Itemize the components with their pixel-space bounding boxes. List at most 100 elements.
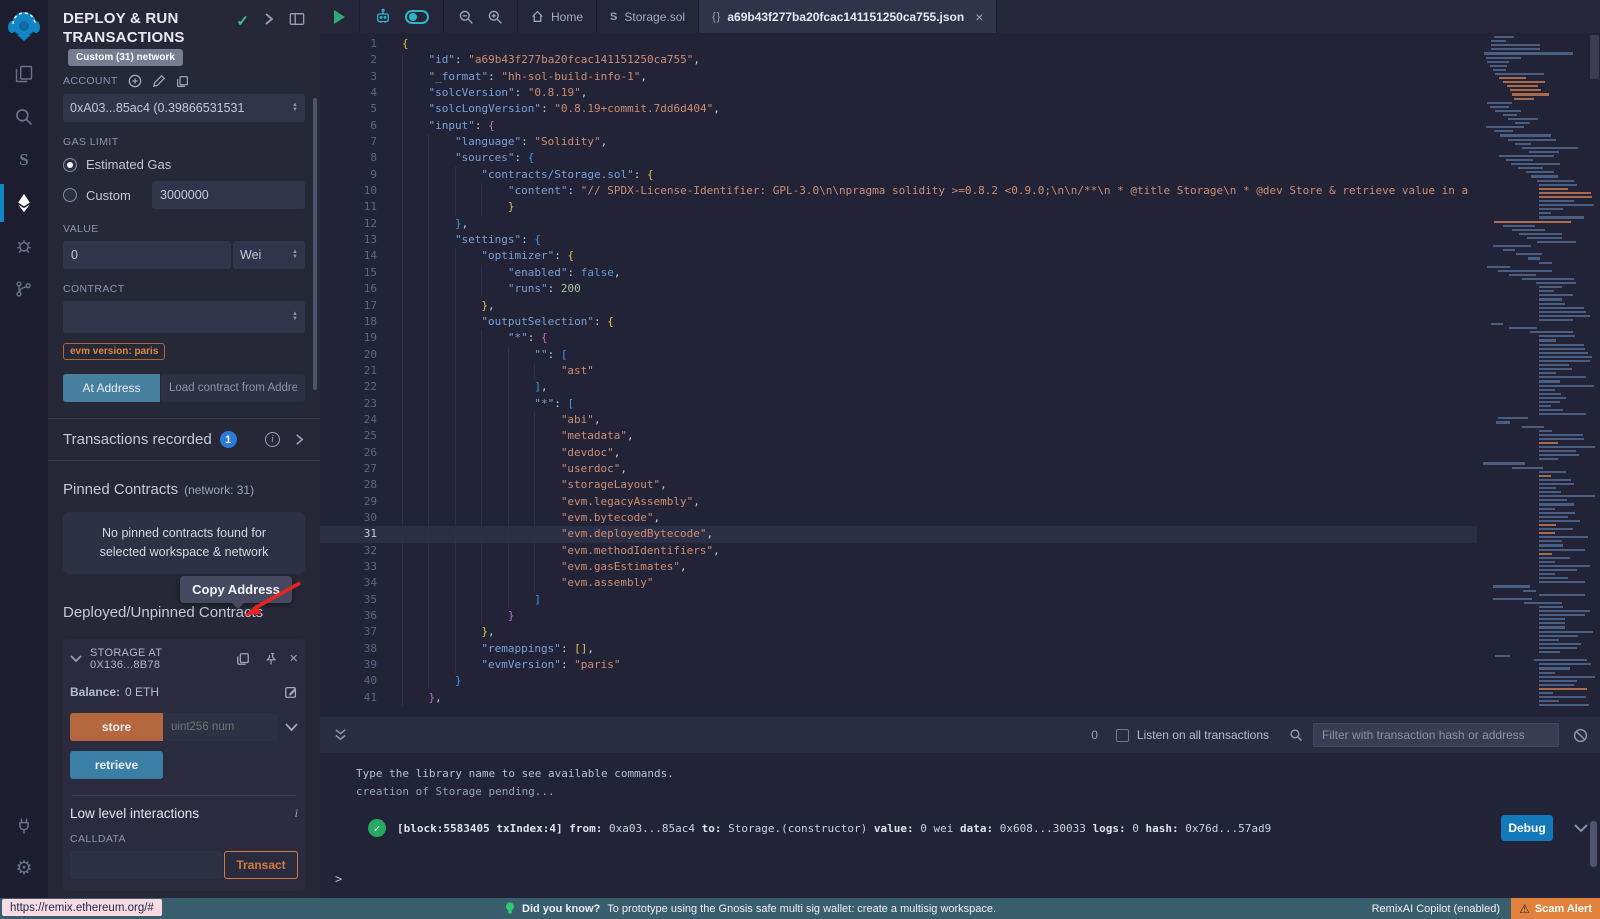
code-line[interactable]: 10"content": "// SPDX-License-Identifier… [320, 183, 1477, 199]
transaction-log-row[interactable]: ✓ [block:5583405 txIndex:4] from: 0xa03.… [368, 815, 1600, 841]
debugger-icon[interactable] [12, 234, 36, 258]
code-line[interactable]: 14"optimizer": { [320, 248, 1477, 264]
panel-scrollbar[interactable] [313, 98, 317, 390]
run-script-icon[interactable] [334, 10, 345, 24]
code-line[interactable]: 27"userdoc", [320, 461, 1477, 477]
code-line[interactable]: 40} [320, 673, 1477, 689]
custom-gas-input[interactable] [152, 181, 305, 209]
plugin-manager-icon[interactable] [12, 814, 36, 838]
code-editor[interactable]: 1{2"id": "a69b43f277ba20fcac141151250ca7… [320, 33, 1600, 717]
transact-button[interactable]: Transact [224, 851, 298, 879]
code-line[interactable]: 11} [320, 199, 1477, 215]
edit-account-icon[interactable] [152, 74, 166, 88]
terminal[interactable]: Type the library name to see available c… [320, 753, 1600, 898]
debug-button[interactable]: Debug [1501, 815, 1553, 841]
expand-fn-chevron-icon[interactable] [285, 723, 298, 732]
code-line[interactable]: 19"*": { [320, 330, 1477, 346]
expand-transactions-icon[interactable] [294, 433, 305, 446]
code-line[interactable]: 39"evmVersion": "paris" [320, 657, 1477, 673]
collapse-terminal-icon[interactable] [334, 728, 347, 742]
code-line[interactable]: 4"solcVersion": "0.8.19", [320, 85, 1477, 101]
zoom-out-icon[interactable] [458, 9, 474, 25]
custom-gas-radio[interactable]: Custom [63, 181, 305, 209]
code-line[interactable]: 3"_format": "hh-sol-build-info-1", [320, 69, 1477, 85]
code-line[interactable]: 35] [320, 592, 1477, 608]
pin-panel-icon[interactable] [289, 12, 305, 26]
remix-logo-icon[interactable] [7, 9, 41, 43]
chevron-right-icon[interactable] [263, 12, 275, 26]
clear-console-icon[interactable] [1573, 728, 1588, 743]
transaction-log-text[interactable]: [block:5583405 txIndex:4] from: 0xa03...… [397, 822, 1271, 835]
scam-alert-button[interactable]: ⚠ Scam Alert [1511, 898, 1600, 919]
code-line[interactable]: 30"evm.bytecode", [320, 510, 1477, 526]
account-select[interactable]: 0xA03...85ac4 (0.39866531531 ▲▼ [63, 94, 305, 122]
code-line[interactable]: 24"abi", [320, 412, 1477, 428]
code-line[interactable]: 7"language": "Solidity", [320, 134, 1477, 150]
code-line[interactable]: 37}, [320, 624, 1477, 640]
at-address-button[interactable]: At Address [63, 374, 160, 402]
tab-storage-sol[interactable]: S Storage.sol [597, 0, 699, 33]
info-icon[interactable]: i [265, 432, 280, 447]
code-line[interactable]: 15"enabled": false, [320, 265, 1477, 281]
editor-scrollbar[interactable] [1590, 35, 1599, 79]
file-explorer-icon[interactable] [12, 62, 36, 86]
code-line[interactable]: 12}, [320, 216, 1477, 232]
copilot-toggle[interactable] [405, 10, 429, 24]
code-line[interactable]: 1{ [320, 36, 1477, 52]
code-line[interactable]: 28"storageLayout", [320, 477, 1477, 493]
copy-address-icon[interactable] [236, 652, 250, 666]
value-unit-select[interactable]: Wei ▲▼ [233, 241, 305, 269]
solidity-compiler-icon[interactable]: S [12, 148, 36, 172]
deploy-run-icon[interactable] [12, 191, 36, 215]
code-line[interactable]: 9"contracts/Storage.sol": { [320, 167, 1477, 183]
terminal-scrollbar[interactable] [1590, 821, 1597, 867]
code-line[interactable]: 6"input": { [320, 118, 1477, 134]
store-arg-input[interactable] [163, 713, 277, 741]
code-line[interactable]: 33"evm.gasEstimates", [320, 559, 1477, 575]
code-lines[interactable]: 1{2"id": "a69b43f277ba20fcac141151250ca7… [320, 33, 1477, 717]
copilot-status[interactable]: RemixAI Copilot (enabled) [1372, 898, 1500, 919]
minimap[interactable] [1477, 33, 1600, 717]
code-line[interactable]: 26"devdoc", [320, 445, 1477, 461]
code-line[interactable]: 41}, [320, 690, 1477, 706]
code-line[interactable]: 38"remappings": [], [320, 641, 1477, 657]
estimated-gas-radio[interactable]: Estimated Gas [63, 157, 305, 172]
settings-gear-icon[interactable]: ⚙ [12, 856, 36, 880]
code-line[interactable]: 16"runs": 200 [320, 281, 1477, 297]
tab-build-info-json[interactable]: { } a69b43f277ba20fcac141151250ca755.jso… [699, 0, 997, 33]
code-line[interactable]: 29"evm.legacyAssembly", [320, 494, 1477, 510]
code-line[interactable]: 2"id": "a69b43f277ba20fcac141151250ca755… [320, 52, 1477, 68]
code-line[interactable]: 34"evm.assembly" [320, 575, 1477, 591]
code-line[interactable]: 36} [320, 608, 1477, 624]
code-line[interactable]: 22], [320, 379, 1477, 395]
code-line[interactable]: 25"metadata", [320, 428, 1477, 444]
radio-selected-icon[interactable] [63, 158, 77, 172]
store-button[interactable]: store [70, 713, 163, 741]
code-line[interactable]: 13"settings": { [320, 232, 1477, 248]
code-line[interactable]: 32"evm.methodIdentifiers", [320, 543, 1477, 559]
value-input[interactable] [63, 241, 231, 269]
tab-home[interactable]: Home [518, 0, 597, 33]
filter-input[interactable] [1313, 723, 1559, 747]
code-line[interactable]: 23"*": [ [320, 396, 1477, 412]
code-line[interactable]: 5"solcLongVersion": "0.8.19+commit.7dd6d… [320, 101, 1477, 117]
contract-select[interactable]: ▲▼ [63, 301, 305, 333]
close-contract-icon[interactable]: × [289, 654, 298, 664]
search-icon[interactable] [12, 105, 36, 129]
listen-all-checkbox[interactable] [1116, 729, 1129, 742]
terminal-prompt[interactable]: > [335, 872, 342, 886]
remixai-robot-icon[interactable] [374, 8, 392, 26]
expand-log-chevron-icon[interactable] [1574, 824, 1588, 833]
code-line[interactable]: 18"outputSelection": { [320, 314, 1477, 330]
code-line[interactable]: 17}, [320, 298, 1477, 314]
close-tab-icon[interactable]: × [975, 9, 983, 25]
collapse-chevron-icon[interactable] [70, 655, 82, 663]
git-icon[interactable] [12, 277, 36, 301]
info-icon[interactable]: i [295, 806, 298, 821]
load-address-input[interactable] [161, 374, 305, 402]
edit-balance-icon[interactable] [284, 685, 298, 699]
copy-account-icon[interactable] [176, 75, 189, 88]
contract-instance-name[interactable]: STORAGE AT 0X136...8B78 [90, 647, 228, 671]
add-account-icon[interactable] [128, 74, 142, 88]
code-line[interactable]: 8"sources": { [320, 150, 1477, 166]
